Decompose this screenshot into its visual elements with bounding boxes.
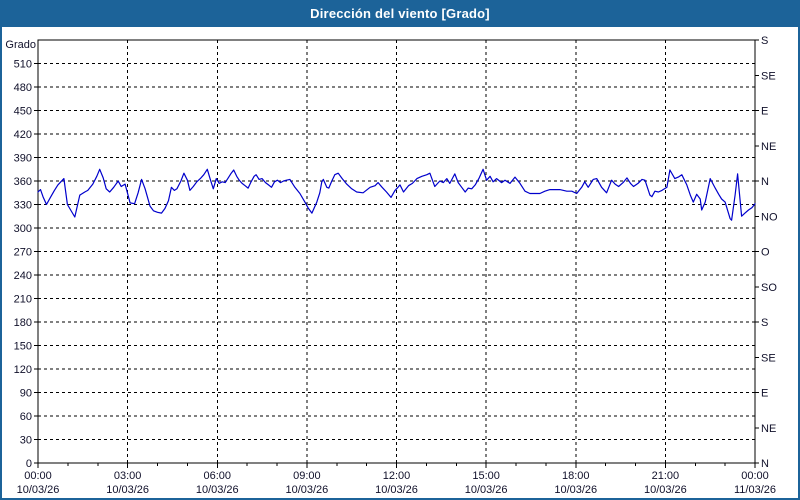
compass-label: NE — [761, 141, 776, 153]
compass-label: SO — [761, 282, 777, 294]
x-axis-date-label: 10/03/26 — [196, 484, 239, 496]
compass-label: SE — [761, 70, 776, 82]
y-axis-tick-label: 240 — [14, 270, 32, 282]
compass-label: NE — [761, 423, 776, 435]
x-axis-date-label: 10/03/26 — [554, 484, 597, 496]
x-axis-date-label: 10/03/26 — [644, 484, 687, 496]
compass-label: SE — [761, 352, 776, 364]
y-axis-tick-label: 390 — [14, 153, 32, 165]
y-axis-tick-label: 90 — [20, 388, 32, 400]
y-axis-tick-label: 150 — [14, 341, 32, 353]
y-axis-tick-label: 480 — [14, 82, 32, 94]
chart-title: Dirección del viento [Grado] — [310, 6, 490, 21]
chart-title-bar: Dirección del viento [Grado] — [0, 0, 800, 27]
y-axis-tick-label: 0 — [26, 458, 32, 470]
wind-direction-line — [38, 169, 755, 220]
x-axis-time-label: 06:00 — [203, 470, 231, 482]
x-axis-date-label: 10/03/26 — [17, 484, 60, 496]
compass-label: N — [761, 458, 769, 470]
x-axis-date-label: 10/03/26 — [285, 484, 328, 496]
y-axis-tick-label: 270 — [14, 247, 32, 259]
chart-window: Dirección del viento [Grado] 0 30 60 90 120 1… — [0, 0, 800, 500]
chart-area: 0 30 60 90 120 150 180 210 240 270 300 330 360 390 420… — [2, 27, 798, 498]
y-axis-tick-label: 450 — [14, 106, 32, 118]
compass-label: NO — [761, 211, 778, 223]
y-axis-tick-label: 120 — [14, 364, 32, 376]
x-axis-date-label: 11/03/26 — [734, 484, 776, 496]
y-axis-tick-label: 420 — [14, 129, 32, 141]
x-axis-time-label: 03:00 — [114, 470, 142, 482]
x-axis-date-label: 10/03/26 — [106, 484, 149, 496]
compass-label: O — [761, 247, 770, 259]
y-axis-tick-label: 30 — [20, 435, 32, 447]
x-axis-time-label: 21:00 — [652, 470, 680, 482]
y-axis-tick-label: 330 — [14, 200, 32, 212]
compass-label: S — [761, 35, 768, 47]
y-axis-tick-label: 180 — [14, 317, 32, 329]
y-axis-tick-label: 510 — [14, 59, 32, 71]
x-axis-time-label: 15:00 — [472, 470, 500, 482]
compass-label: E — [761, 388, 768, 400]
y-axis-title: Grado — [5, 39, 36, 51]
x-axis-time-label: 00:00 — [24, 470, 52, 482]
x-axis-time-label: 18:00 — [562, 470, 590, 482]
x-axis-date-label: 10/03/26 — [465, 484, 508, 496]
y-axis-tick-label: 360 — [14, 176, 32, 188]
x-axis-date-label: 10/03/26 — [375, 484, 418, 496]
compass-label: E — [761, 106, 768, 118]
x-axis-time-label: 00:00 — [741, 470, 769, 482]
y-axis-tick-label: 210 — [14, 294, 32, 306]
x-axis-time-label: 12:00 — [383, 470, 411, 482]
x-axis-time-label: 09:00 — [293, 470, 321, 482]
compass-label: N — [761, 176, 769, 188]
y-axis-tick-label: 60 — [20, 411, 32, 423]
y-axis-tick-label: 300 — [14, 223, 32, 235]
compass-label: S — [761, 317, 768, 329]
chart-canvas: 0 30 60 90 120 150 180 210 240 270 300 330 360 390 420… — [2, 27, 798, 498]
